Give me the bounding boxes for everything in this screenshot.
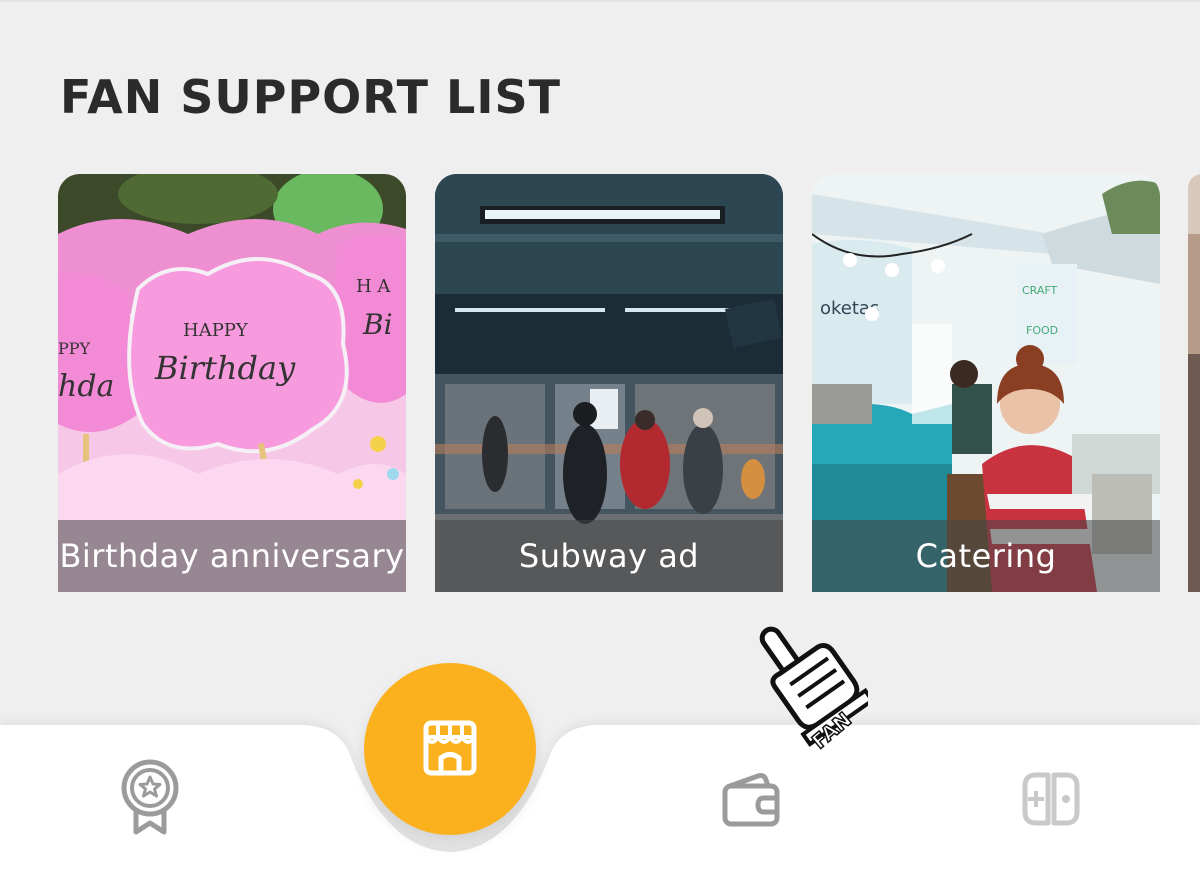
- next-card-photo: [1188, 174, 1200, 592]
- card-subway-ad[interactable]: Subway ad: [435, 174, 783, 592]
- svg-text:Bi: Bi: [362, 308, 393, 341]
- svg-text:CRAFT: CRAFT: [1022, 284, 1058, 297]
- card-next-partial[interactable]: [1188, 174, 1200, 592]
- nav-badge-button[interactable]: [118, 758, 182, 836]
- card-label: Catering: [812, 520, 1160, 592]
- wallet-icon: [722, 773, 780, 827]
- pointing-hand-icon: FAN: [759, 626, 876, 754]
- game-controller-icon: [1022, 772, 1080, 826]
- top-divider: [0, 0, 1200, 2]
- svg-text:Birthday: Birthday: [154, 349, 296, 387]
- svg-text:hda: hda: [58, 369, 114, 404]
- nav-store-button[interactable]: [364, 663, 536, 835]
- nav-game-button[interactable]: [1022, 772, 1080, 826]
- badge-star-icon: [121, 759, 179, 835]
- card-label: Subway ad: [435, 520, 783, 592]
- nav-wallet-button[interactable]: [722, 772, 782, 828]
- svg-text:HAPPY: HAPPY: [183, 320, 249, 341]
- card-label: Birthday anniversary: [58, 520, 406, 592]
- svg-text:PPY: PPY: [58, 339, 91, 358]
- page-title: FAN SUPPORT LIST: [60, 70, 561, 124]
- store-icon: [423, 720, 477, 776]
- card-birthday-anniversary[interactable]: HAPPY Birthday PPY hda H A Bi Birthday a…: [58, 174, 406, 592]
- card-catering[interactable]: oketas CRAFT FOOD Catering: [812, 174, 1160, 592]
- svg-text:H A: H A: [356, 276, 391, 297]
- fan-hand-sticker: FAN: [748, 612, 876, 762]
- svg-text:FOOD: FOOD: [1026, 324, 1058, 337]
